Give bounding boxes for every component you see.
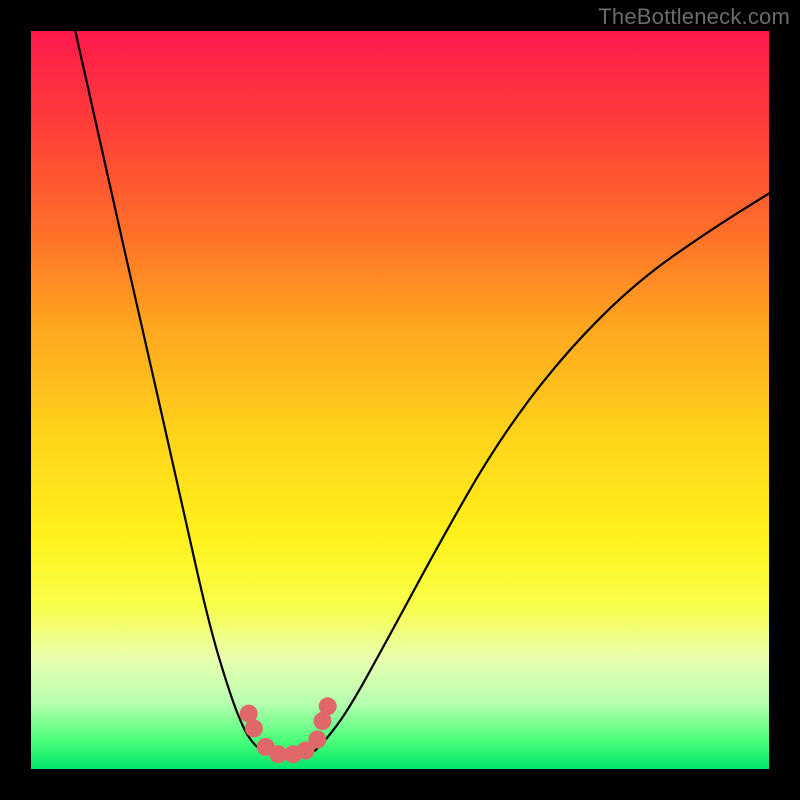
valley-markers [240, 697, 337, 763]
chart-plot-area [31, 31, 769, 769]
valley-marker [319, 697, 337, 715]
bottleneck-curve [75, 31, 769, 754]
valley-marker [308, 731, 326, 749]
chart-svg [31, 31, 769, 769]
chart-frame: TheBottleneck.com [0, 0, 800, 800]
watermark-text: TheBottleneck.com [598, 4, 790, 30]
valley-marker [245, 719, 263, 737]
